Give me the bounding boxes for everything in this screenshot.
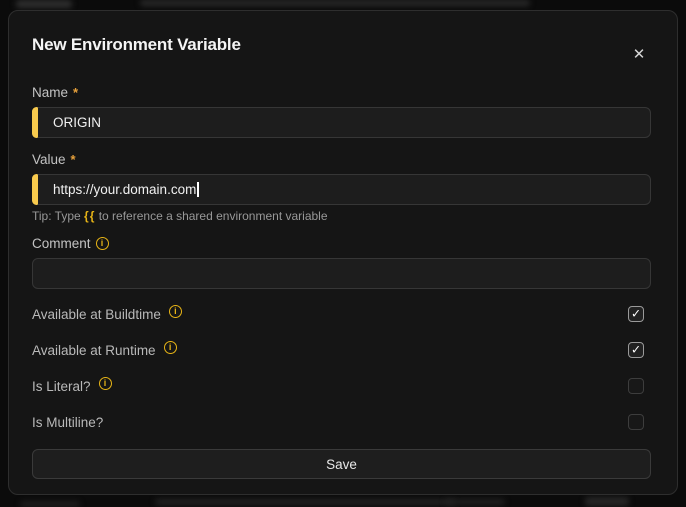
checkbox-row-label: Is Literal? bbox=[32, 379, 91, 394]
checkbox-row-label: Is Multiline? bbox=[32, 415, 103, 430]
checkbox-row-label: Available at Buildtime bbox=[32, 307, 161, 322]
comment-input[interactable] bbox=[32, 258, 651, 289]
runtime-checkbox[interactable]: ✓ bbox=[628, 342, 644, 358]
text-cursor bbox=[197, 182, 199, 197]
checkbox-row-label: Available at Runtime bbox=[32, 343, 156, 358]
required-asterisk: * bbox=[73, 85, 78, 100]
tip-braces: {{ bbox=[84, 209, 95, 223]
background-blur-text bbox=[585, 497, 629, 506]
accent-bar bbox=[32, 174, 38, 205]
checkbox-row-literal: Is Literal? i ✓ bbox=[32, 377, 651, 395]
comment-label: Comment i bbox=[32, 236, 651, 251]
background-blur-text bbox=[445, 499, 505, 505]
name-input[interactable]: ORIGIN bbox=[32, 107, 651, 138]
name-input-value: ORIGIN bbox=[53, 115, 101, 130]
modal-title: New Environment Variable bbox=[32, 35, 651, 55]
close-icon[interactable]: ✕ bbox=[629, 44, 649, 64]
value-input-value: https://your.domain.com bbox=[53, 182, 196, 197]
literal-checkbox[interactable]: ✓ bbox=[628, 378, 644, 394]
checkbox-row-multiline: Is Multiline? i ✓ bbox=[32, 413, 651, 431]
info-icon[interactable]: i bbox=[96, 237, 109, 250]
background-blur-text bbox=[16, 0, 72, 8]
background-blur-text bbox=[155, 499, 455, 505]
checkbox-row-buildtime: Available at Buildtime i ✓ bbox=[32, 305, 651, 323]
buildtime-checkbox[interactable]: ✓ bbox=[628, 306, 644, 322]
comment-input-wrap bbox=[32, 258, 651, 289]
multiline-checkbox[interactable]: ✓ bbox=[628, 414, 644, 430]
background-blur-text bbox=[140, 0, 530, 6]
checkbox-row-runtime: Available at Runtime i ✓ bbox=[32, 341, 651, 359]
info-icon[interactable]: i bbox=[169, 305, 182, 318]
name-input-wrap: ORIGIN bbox=[32, 107, 651, 138]
value-label: Value * bbox=[32, 152, 651, 167]
info-icon[interactable]: i bbox=[164, 341, 177, 354]
save-button[interactable]: Save bbox=[32, 449, 651, 479]
tip-suffix: to reference a shared environment variab… bbox=[95, 209, 327, 223]
accent-bar bbox=[32, 107, 38, 138]
new-environment-variable-modal: ✕ New Environment Variable Name * ORIGIN… bbox=[8, 10, 678, 495]
value-input-wrap: https://your.domain.com bbox=[32, 174, 651, 205]
info-icon[interactable]: i bbox=[99, 377, 112, 390]
name-label: Name * bbox=[32, 85, 651, 100]
tip-prefix: Tip: Type bbox=[32, 209, 84, 223]
required-asterisk: * bbox=[71, 152, 76, 167]
name-label-text: Name bbox=[32, 85, 68, 100]
value-label-text: Value bbox=[32, 152, 66, 167]
background-blur-text bbox=[20, 501, 80, 507]
comment-label-text: Comment bbox=[32, 236, 91, 251]
value-input[interactable]: https://your.domain.com bbox=[32, 174, 651, 205]
shared-variable-tip: Tip: Type {{ to reference a shared envir… bbox=[32, 209, 651, 223]
